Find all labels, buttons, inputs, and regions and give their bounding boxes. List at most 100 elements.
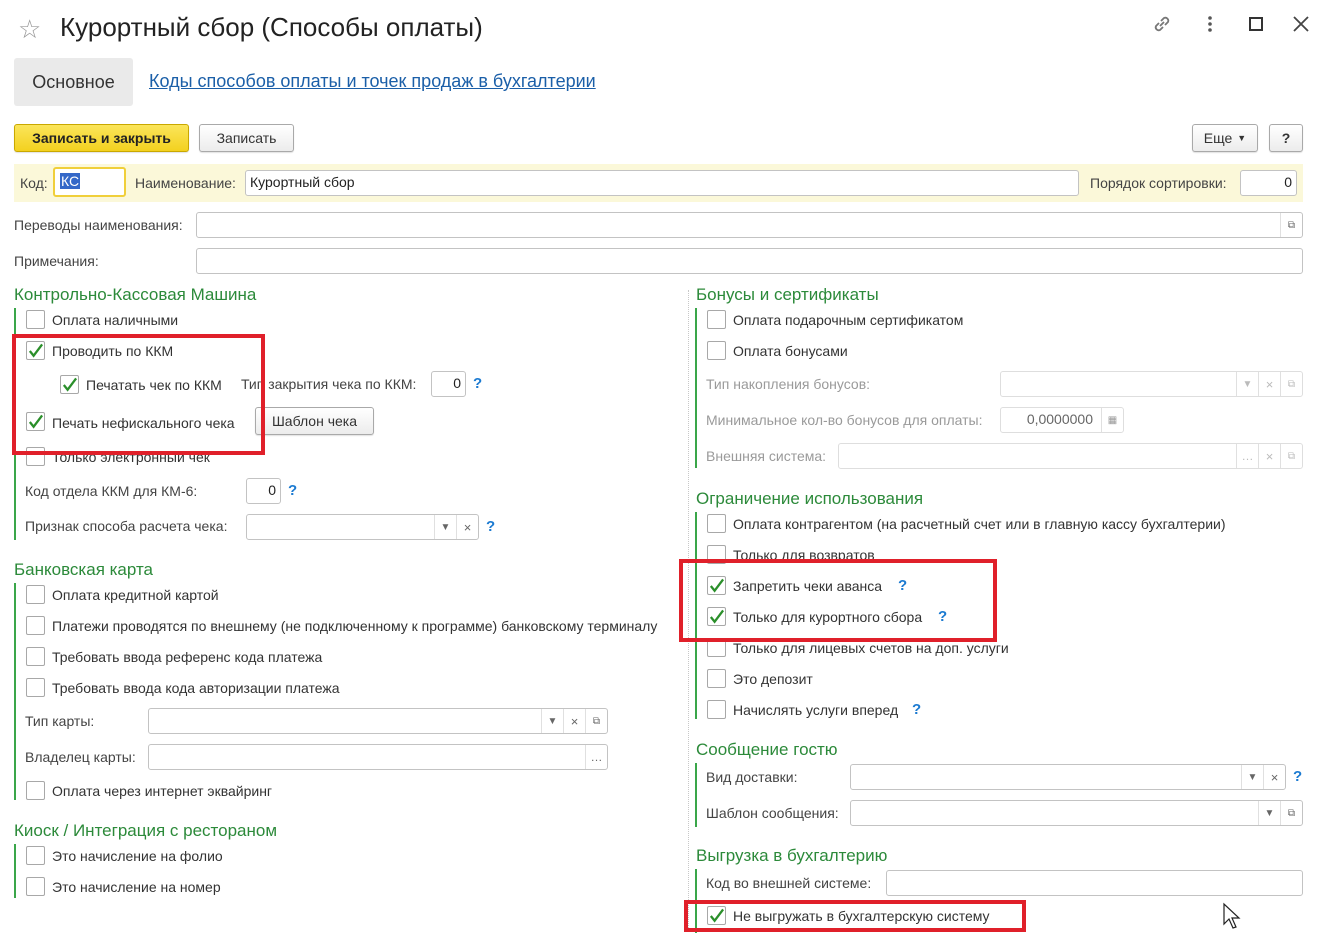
cash-checkbox[interactable] [26, 310, 45, 329]
advance-services-checkbox[interactable] [707, 700, 726, 719]
more-vertical-icon[interactable] [1196, 12, 1224, 40]
contractor-label: Оплата контрагентом (на расчетный счет и… [733, 516, 1226, 532]
translations-label: Переводы наименования: [14, 217, 183, 233]
chevron-down-icon: ▼ [1237, 133, 1247, 143]
notes-label: Примечания: [14, 253, 99, 269]
ext-code-input[interactable] [886, 870, 1303, 896]
internet-acquiring-label: Оплата через интернет эквайринг [52, 783, 273, 799]
receipt-template-button[interactable]: Шаблон чека [255, 407, 374, 435]
name-input[interactable]: Курортный сбор [245, 170, 1079, 196]
folio-label: Это начисление на фолио [52, 848, 223, 864]
sort-input[interactable]: 0 [1240, 170, 1297, 196]
internet-acquiring-checkbox[interactable] [26, 781, 45, 800]
folio-checkbox[interactable] [26, 846, 45, 865]
help-button[interactable]: ? [1269, 124, 1303, 152]
code-label: Код: [20, 175, 48, 191]
external-terminal-label: Платежи проводятся по внешнему (не подкл… [52, 618, 658, 634]
ref-code-checkbox[interactable] [26, 647, 45, 666]
kkm-section-title: Контрольно-Кассовая Машина [14, 285, 257, 304]
chevron-down-icon[interactable]: ▼ [541, 709, 563, 733]
close-type-label: Тип закрытия чека по ККМ: [241, 376, 417, 392]
save-button[interactable]: Записать [199, 124, 294, 152]
limits-section-title: Ограничение использования [696, 489, 924, 508]
help-question-icon[interactable]: ? [912, 701, 921, 718]
bonus-min-value: 0,0000000 [1026, 411, 1093, 427]
export-section-title: Выгрузка в бухгалтерию [696, 846, 888, 865]
calc-method-select[interactable]: ▼ × [246, 514, 479, 540]
maximize-icon[interactable] [1242, 12, 1270, 40]
calc-method-label: Признак способа расчета чека: [25, 518, 228, 534]
personal-accounts-label: Только для лицевых счетов на доп. услуги [733, 640, 1009, 656]
chevron-down-icon[interactable]: ▼ [1258, 801, 1280, 825]
bonus-section-title: Бонусы и сертификаты [696, 285, 879, 304]
close-type-input[interactable]: 0 [431, 371, 466, 397]
advance-services-label: Начислять услуги вперед [733, 702, 899, 718]
bonus-pay-label: Оплата бонусами [733, 343, 848, 359]
tab-main[interactable]: Основное [14, 58, 133, 106]
guest-section-title: Сообщение гостю [696, 740, 838, 759]
external-terminal-checkbox[interactable] [26, 616, 45, 635]
ref-code-label: Требовать ввода референс кода платежа [52, 649, 323, 665]
bonus-pay-checkbox[interactable] [707, 341, 726, 360]
delivery-type-label: Вид доставки: [706, 769, 798, 785]
code-input[interactable]: КС [53, 167, 126, 197]
credit-card-label: Оплата кредитной картой [52, 587, 219, 603]
deposit-checkbox[interactable] [707, 669, 726, 688]
open-icon[interactable]: ⧉ [1280, 213, 1302, 237]
kiosk-section-line [14, 844, 16, 898]
open-icon[interactable]: ⧉ [585, 709, 607, 733]
guest-section-line [695, 763, 697, 827]
help-question-icon[interactable]: ? [288, 482, 297, 499]
open-icon: ⧉ [1280, 444, 1302, 468]
more-button-label: Еще [1203, 130, 1233, 146]
notes-input[interactable] [196, 248, 1303, 274]
sort-label: Порядок сортировки: [1090, 175, 1227, 191]
clear-icon[interactable]: × [1263, 765, 1285, 789]
clear-icon: × [1258, 372, 1280, 396]
highlight-box [684, 900, 1026, 932]
chevron-down-icon[interactable]: ▼ [1241, 765, 1263, 789]
help-question-icon[interactable]: ? [473, 375, 482, 392]
card-owner-label: Владелец карты: [25, 749, 136, 765]
bonus-accum-select: ▼ × ⧉ [1000, 371, 1303, 397]
auth-code-label: Требовать ввода кода авторизации платежа [52, 680, 340, 696]
name-label: Наименование: [135, 175, 236, 191]
ext-code-label: Код во внешней системе: [706, 875, 872, 891]
window-title: Курортный сбор (Способы оплаты) [60, 12, 483, 42]
clear-icon: × [1258, 444, 1280, 468]
help-question-icon[interactable]: ? [1293, 768, 1302, 785]
tab-codes-link[interactable]: Коды способов оплаты и точек продаж в бу… [149, 71, 596, 92]
calculator-icon: ▦ [1101, 408, 1123, 432]
cash-label: Оплата наличными [52, 312, 179, 328]
link-icon[interactable] [1148, 12, 1176, 40]
bonus-accum-label: Тип накопления бонусов: [706, 376, 871, 392]
chevron-down-icon: ▼ [1236, 372, 1258, 396]
more-button[interactable]: Еще ▼ [1192, 124, 1258, 152]
gift-cert-checkbox[interactable] [707, 310, 726, 329]
open-icon: ⧉ [1280, 372, 1302, 396]
card-type-select[interactable]: ▼ × ⧉ [148, 708, 608, 734]
dept-code-label: Код отдела ККМ для КМ-6: [25, 483, 198, 499]
translations-input[interactable]: ⧉ [196, 212, 1303, 238]
gift-cert-label: Оплата подарочным сертификатом [733, 312, 964, 328]
dept-code-input[interactable]: 0 [246, 478, 281, 504]
chevron-down-icon[interactable]: ▼ [434, 515, 456, 539]
save-and-close-button[interactable]: Записать и закрыть [14, 124, 189, 152]
favorite-star-icon[interactable]: ☆ [18, 14, 41, 45]
clear-icon[interactable]: × [563, 709, 585, 733]
open-icon[interactable]: ⧉ [1280, 801, 1302, 825]
message-template-select[interactable]: ▼ ⧉ [850, 800, 1303, 826]
kiosk-section-title: Киоск / Интеграция с рестораном [14, 821, 278, 840]
credit-card-checkbox[interactable] [26, 585, 45, 604]
ellipsis-icon: … [1236, 444, 1258, 468]
ellipsis-icon[interactable]: … [585, 745, 607, 769]
card-owner-input[interactable]: … [148, 744, 608, 770]
auth-code-checkbox[interactable] [26, 678, 45, 697]
contractor-checkbox[interactable] [707, 514, 726, 533]
clear-icon[interactable]: × [456, 515, 478, 539]
help-question-icon[interactable]: ? [486, 518, 495, 535]
room-checkbox[interactable] [26, 877, 45, 896]
close-icon[interactable] [1287, 12, 1315, 40]
delivery-type-select[interactable]: ▼ × [850, 764, 1286, 790]
bonus-min-label: Минимальное кол-во бонусов для оплаты: [706, 412, 983, 428]
